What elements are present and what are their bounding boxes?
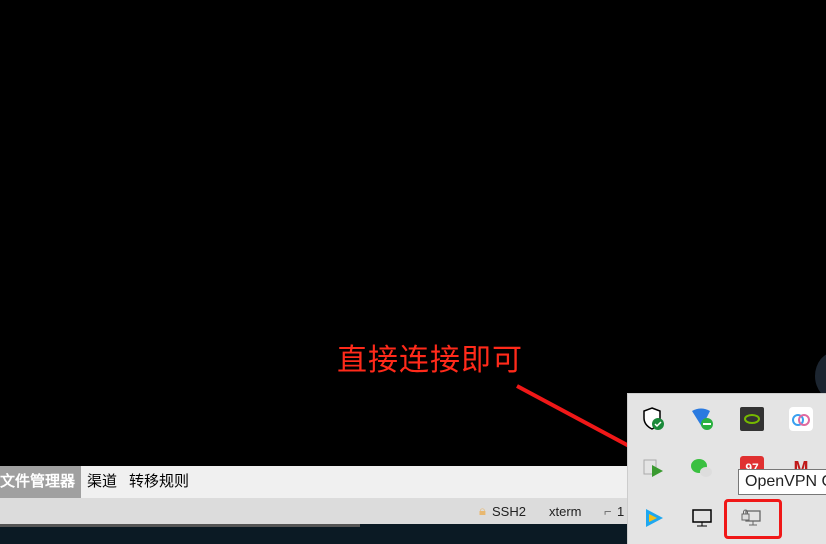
network-monitor-icon[interactable]: [690, 506, 714, 530]
highlight-box: [724, 499, 782, 539]
network-shield-icon[interactable]: [690, 407, 714, 431]
nvidia-icon[interactable]: [740, 407, 764, 431]
tooltip: OpenVPN GUI: [738, 469, 826, 495]
windows-security-icon[interactable]: [642, 407, 666, 431]
media-player-icon[interactable]: [642, 456, 666, 480]
baidu-netdisk-icon[interactable]: [789, 407, 813, 431]
tencent-video-icon[interactable]: [642, 506, 666, 530]
wechat-icon[interactable]: [690, 456, 714, 480]
